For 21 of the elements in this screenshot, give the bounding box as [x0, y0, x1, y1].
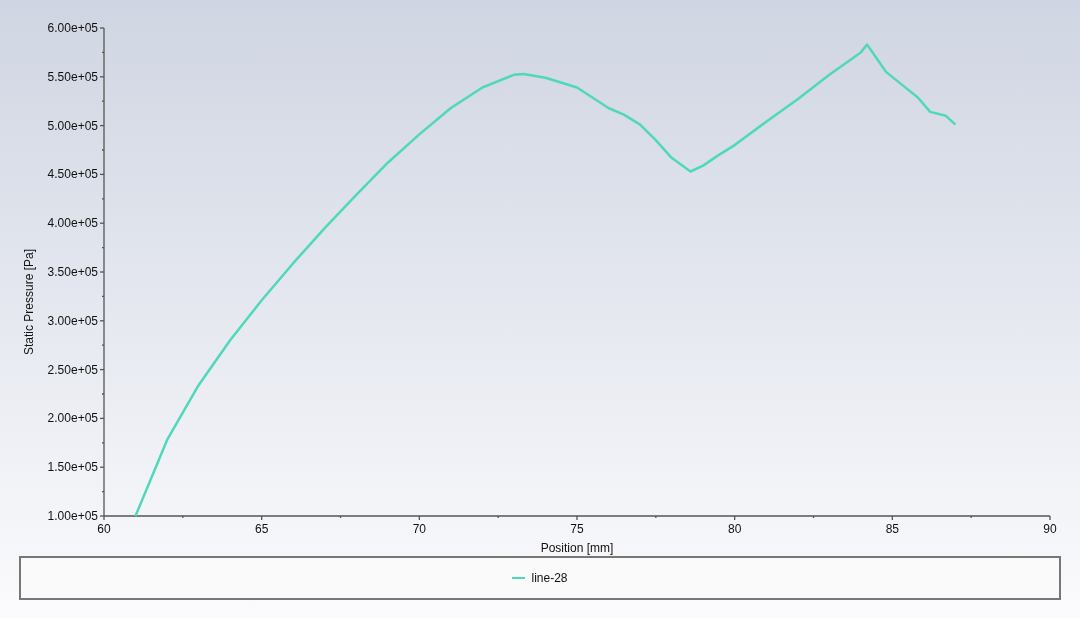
y-tick-label: 5.00e+05	[47, 118, 98, 133]
y-tick-label: 6.00e+05	[47, 21, 98, 35]
x-tick-label: 75	[570, 522, 584, 536]
y-tick-label: 1.50e+05	[47, 460, 98, 475]
x-tick-label: 65	[255, 522, 269, 536]
x-tick-label: 60	[97, 522, 111, 536]
y-tick-label: 1.00e+05	[47, 509, 98, 523]
y-tick-label: 3.00e+05	[47, 313, 98, 328]
y-axis-title: Static Pressure [Pa]	[22, 249, 36, 355]
x-tick-label: 80	[728, 522, 742, 536]
legend-label: line-28	[531, 571, 568, 585]
x-tick-label: 90	[1043, 522, 1057, 536]
y-tick-label: 2.00e+05	[47, 411, 98, 426]
x-tick-label: 70	[412, 522, 426, 536]
y-tick-label: 4.00e+05	[47, 216, 98, 231]
x-axis-title: Position [mm]	[540, 541, 614, 555]
y-tick-label: 4.50e+05	[47, 167, 98, 182]
y-tick-label: 3.50e+05	[47, 265, 98, 279]
x-tick-label: 85	[885, 522, 899, 536]
y-tick-label: 5.50e+05	[47, 69, 98, 84]
y-tick-label: 2.50e+05	[47, 362, 98, 377]
